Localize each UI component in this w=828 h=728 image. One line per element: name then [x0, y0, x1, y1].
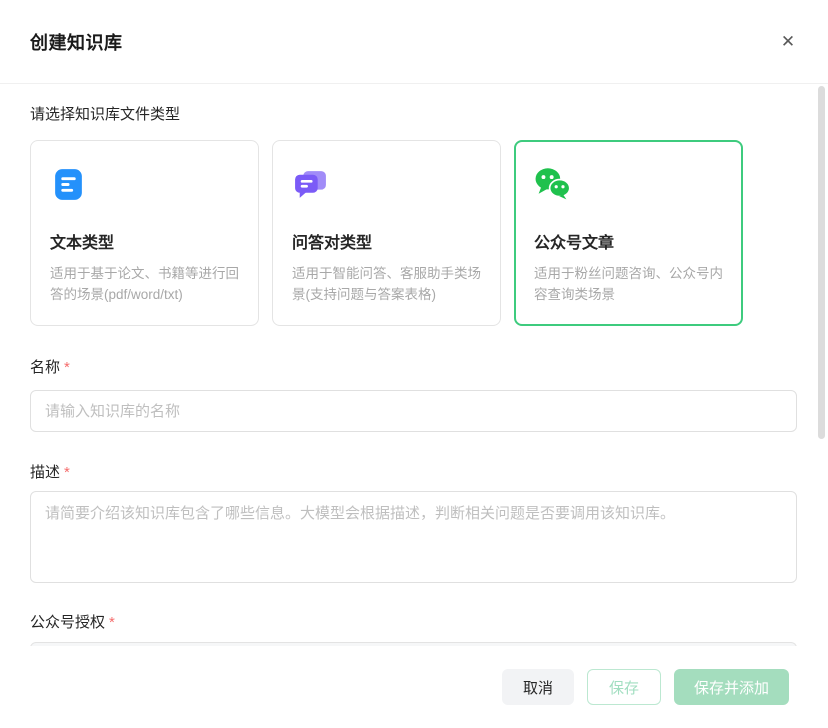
save-button[interactable]: 保存: [587, 669, 661, 705]
wechat-auth-field-group: 公众号授权*: [30, 613, 797, 646]
name-field-group: 名称*: [30, 358, 797, 432]
description-label: 描述*: [30, 463, 797, 483]
modal-body: 请选择知识库文件类型 文本类型 适用于基于论文、书籍等进行回答的场景(pdf/w…: [0, 84, 828, 646]
type-card-qa[interactable]: 问答对类型 适用于智能问答、客服助手类场景(支持问题与答案表格): [272, 140, 501, 326]
required-asterisk: *: [64, 359, 70, 376]
type-card-text[interactable]: 文本类型 适用于基于论文、书籍等进行回答的场景(pdf/word/txt): [30, 140, 259, 326]
file-type-card-row: 文本类型 适用于基于论文、书籍等进行回答的场景(pdf/word/txt) 问答…: [30, 140, 797, 326]
document-icon: [50, 166, 87, 203]
wechat-auth-label: 公众号授权*: [30, 613, 797, 633]
required-asterisk: *: [64, 464, 70, 481]
wechat-auth-label-text: 公众号授权: [30, 614, 105, 631]
scrollbar-thumb[interactable]: [818, 86, 825, 439]
name-label: 名称*: [30, 358, 797, 378]
name-label-text: 名称: [30, 359, 60, 376]
qa-chat-icon: [292, 166, 329, 203]
modal-footer: 取消 保存 保存并添加: [0, 646, 828, 728]
card-description: 适用于粉丝问题咨询、公众号内容查询类场景: [534, 264, 723, 306]
create-knowledge-base-modal: 创建知识库 ✕ 请选择知识库文件类型 文本类型 适用于基于论文、书籍等进行回答的…: [0, 0, 828, 728]
card-description: 适用于基于论文、书籍等进行回答的场景(pdf/word/txt): [50, 264, 239, 306]
modal-title: 创建知识库: [30, 29, 123, 55]
close-icon[interactable]: ✕: [776, 30, 800, 54]
description-field-group: 描述*: [30, 463, 797, 583]
description-textarea[interactable]: [30, 491, 797, 583]
card-description: 适用于智能问答、客服助手类场景(支持问题与答案表格): [292, 264, 481, 306]
save-and-add-button[interactable]: 保存并添加: [674, 669, 789, 705]
cancel-button[interactable]: 取消: [502, 669, 574, 705]
description-label-text: 描述: [30, 464, 60, 481]
type-card-wechat-article[interactable]: 公众号文章 适用于粉丝问题咨询、公众号内容查询类场景: [514, 140, 743, 326]
file-type-section-label: 请选择知识库文件类型: [30, 105, 797, 125]
card-title: 文本类型: [50, 229, 239, 253]
required-asterisk: *: [109, 614, 115, 631]
card-title: 公众号文章: [534, 229, 723, 253]
wechat-icon: [534, 166, 571, 203]
card-title: 问答对类型: [292, 229, 481, 253]
name-input[interactable]: [30, 390, 797, 432]
modal-header: 创建知识库: [0, 0, 828, 84]
